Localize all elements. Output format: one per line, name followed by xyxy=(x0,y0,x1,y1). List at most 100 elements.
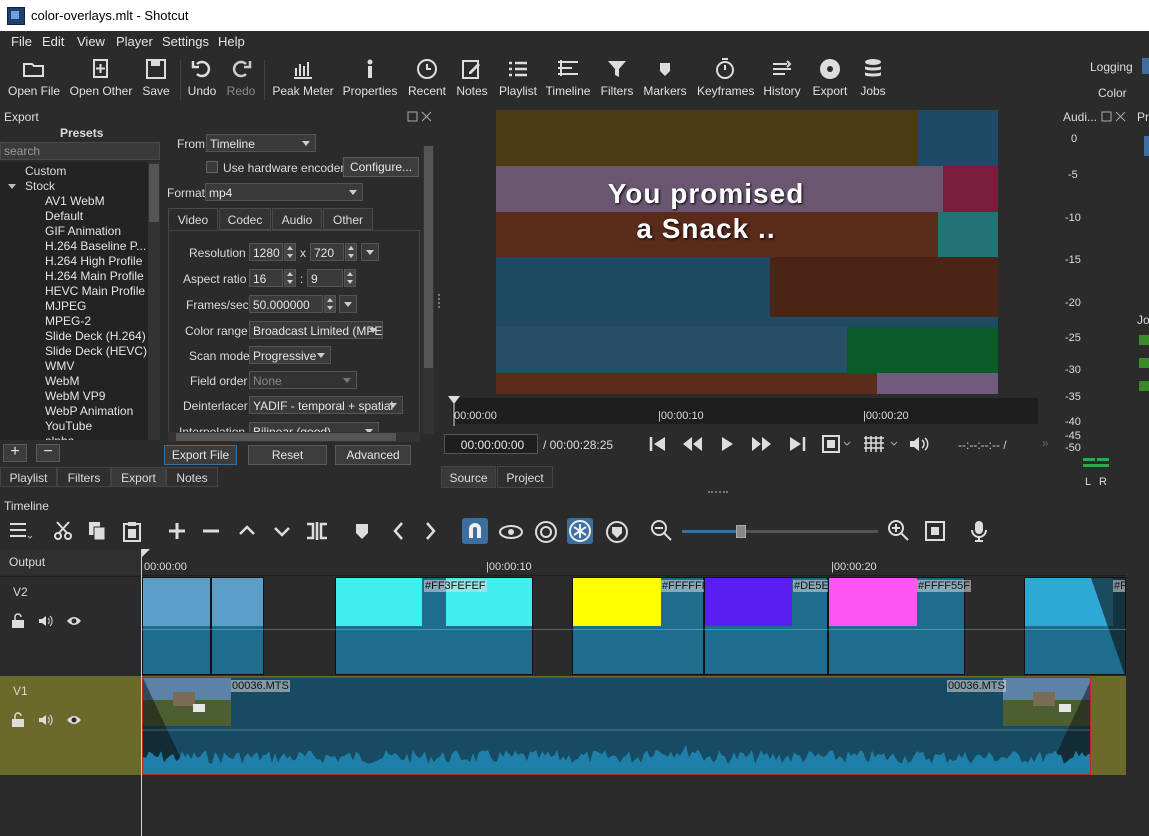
lift-icon[interactable] xyxy=(236,520,258,542)
open-file-button[interactable]: Open File xyxy=(7,56,61,104)
aspect-height-input[interactable]: 9 xyxy=(307,269,343,287)
export-button[interactable]: Export xyxy=(810,56,850,104)
preset-scrollbar[interactable] xyxy=(148,162,160,440)
next-marker-icon[interactable] xyxy=(421,520,441,542)
scan-mode-select[interactable]: Progressive xyxy=(249,346,331,364)
menu-help[interactable]: Help xyxy=(218,34,245,49)
timeline-ruler[interactable]: 00:00:00 |00:00:10 |00:00:20 xyxy=(142,549,1126,576)
splitter-handle[interactable] xyxy=(708,491,728,495)
preset-search-input[interactable]: search xyxy=(0,142,160,160)
expand-arrow-icon[interactable] xyxy=(8,184,16,189)
split-icon[interactable] xyxy=(305,520,329,542)
volume-icon[interactable] xyxy=(908,434,932,454)
tab-project[interactable]: Project xyxy=(497,466,553,488)
skip-to-end-icon[interactable] xyxy=(787,435,807,453)
resolution-height-spinner[interactable] xyxy=(345,243,357,261)
zoom-slider-handle[interactable] xyxy=(736,525,746,538)
menu-view[interactable]: View xyxy=(77,34,105,49)
preset-item[interactable]: WebM xyxy=(45,374,79,388)
format-select[interactable]: mp4 xyxy=(205,183,363,201)
tab-audio[interactable]: Audio xyxy=(272,208,322,230)
ripple-markers-icon[interactable] xyxy=(603,519,631,545)
resolution-width-input[interactable]: 1280 xyxy=(249,243,283,261)
skip-to-start-icon[interactable] xyxy=(648,435,668,453)
mute-icon[interactable] xyxy=(38,714,54,726)
peak-meter-button[interactable]: Peak Meter xyxy=(272,56,334,104)
tab-playlist[interactable]: Playlist xyxy=(0,467,57,487)
menu-file[interactable]: File xyxy=(11,34,32,49)
menu-player[interactable]: Player xyxy=(116,34,153,49)
clip[interactable]: #F xyxy=(1024,577,1126,675)
advanced-button[interactable]: Advanced xyxy=(335,445,411,465)
save-button[interactable]: Save xyxy=(138,56,174,104)
undo-button[interactable]: Undo xyxy=(185,56,219,104)
export-form-scrollbar[interactable] xyxy=(423,146,434,434)
jobs-button[interactable]: Jobs xyxy=(856,56,890,104)
preset-item[interactable]: GIF Animation xyxy=(45,224,121,238)
preset-item[interactable]: MJPEG xyxy=(45,299,86,313)
preset-item[interactable]: MPEG-2 xyxy=(45,314,91,328)
export-form-hscrollbar[interactable] xyxy=(168,432,420,442)
fps-input[interactable]: 50.000000 xyxy=(249,295,323,313)
recent-button[interactable]: Recent xyxy=(405,56,449,104)
video-clip[interactable]: 00036.MTS 00036.MTS xyxy=(142,677,1091,775)
clip[interactable]: #FFFFFF xyxy=(572,577,710,675)
preset-item[interactable]: WebM VP9 xyxy=(45,389,105,403)
timecode-input[interactable]: 00:00:00:00 xyxy=(444,434,538,454)
layout-color[interactable]: Color xyxy=(1098,86,1127,100)
preset-custom[interactable]: Custom xyxy=(25,164,66,178)
preset-item[interactable]: Slide Deck (H.264) xyxy=(45,329,146,343)
markers-button[interactable]: Markers xyxy=(643,56,687,104)
v1-track-header[interactable]: V1 xyxy=(0,676,142,775)
remove-preset-button[interactable]: − xyxy=(36,444,60,462)
playlist-button[interactable]: Playlist xyxy=(498,56,538,104)
preset-item[interactable]: WMV xyxy=(45,359,74,373)
preset-item[interactable]: Default xyxy=(45,209,83,223)
eye-icon[interactable] xyxy=(66,714,82,726)
ripple-icon[interactable] xyxy=(532,519,560,545)
zoom-slider-track[interactable] xyxy=(682,525,878,538)
tab-export[interactable]: Export xyxy=(111,467,166,487)
menu-settings[interactable]: Settings xyxy=(162,34,209,49)
lock-icon[interactable] xyxy=(11,613,25,629)
tab-filters[interactable]: Filters xyxy=(57,467,111,487)
zoom-in-icon[interactable] xyxy=(887,519,911,543)
clip[interactable]: #FFFF55F xyxy=(828,577,971,675)
menu-edit[interactable]: Edit xyxy=(42,34,64,49)
open-other-button[interactable]: Open Other xyxy=(68,56,134,104)
history-button[interactable]: History xyxy=(762,56,802,104)
player-ruler[interactable]: 00:00:00 |00:00:10 |00:00:20 xyxy=(448,396,1038,426)
notes-button[interactable]: Notes xyxy=(454,56,490,104)
fps-spinner[interactable] xyxy=(324,295,336,313)
aspect-height-spinner[interactable] xyxy=(344,269,356,287)
tab-source[interactable]: Source xyxy=(441,466,496,488)
zoom-fit-icon[interactable] xyxy=(821,434,851,454)
layout-logging[interactable]: Logging xyxy=(1090,60,1133,74)
microphone-icon[interactable] xyxy=(969,519,989,543)
preset-item[interactable]: Slide Deck (HEVC) xyxy=(45,344,147,358)
clip[interactable]: #DE5E xyxy=(704,577,830,675)
v2-track-header[interactable]: V2 xyxy=(0,576,142,676)
tab-notes[interactable]: Notes xyxy=(166,467,218,487)
timeline-button[interactable]: Timeline xyxy=(544,56,592,104)
panel-float-close-icons[interactable] xyxy=(407,111,433,122)
snap-toggle[interactable] xyxy=(462,518,488,544)
add-marker-icon[interactable] xyxy=(352,520,372,542)
overwrite-icon[interactable] xyxy=(271,520,293,542)
grid-icon[interactable] xyxy=(862,434,902,454)
append-icon[interactable] xyxy=(166,520,188,542)
ripple-all-toggle[interactable] xyxy=(567,518,593,544)
tab-other[interactable]: Other xyxy=(323,208,373,230)
clip[interactable] xyxy=(211,577,264,675)
preset-item[interactable]: HEVC Main Profile xyxy=(45,284,145,298)
resolution-preset-dropdown[interactable] xyxy=(361,243,379,261)
reset-button[interactable]: Reset xyxy=(248,445,327,465)
zoom-fit-timeline-icon[interactable] xyxy=(923,519,947,543)
clip[interactable] xyxy=(142,577,211,675)
resolution-height-input[interactable]: 720 xyxy=(310,243,344,261)
playhead-icon[interactable] xyxy=(448,396,460,426)
configure-button[interactable]: Configure... xyxy=(343,157,419,177)
paste-icon[interactable] xyxy=(121,520,143,542)
play-icon[interactable] xyxy=(719,435,735,453)
copy-icon[interactable] xyxy=(86,520,108,542)
